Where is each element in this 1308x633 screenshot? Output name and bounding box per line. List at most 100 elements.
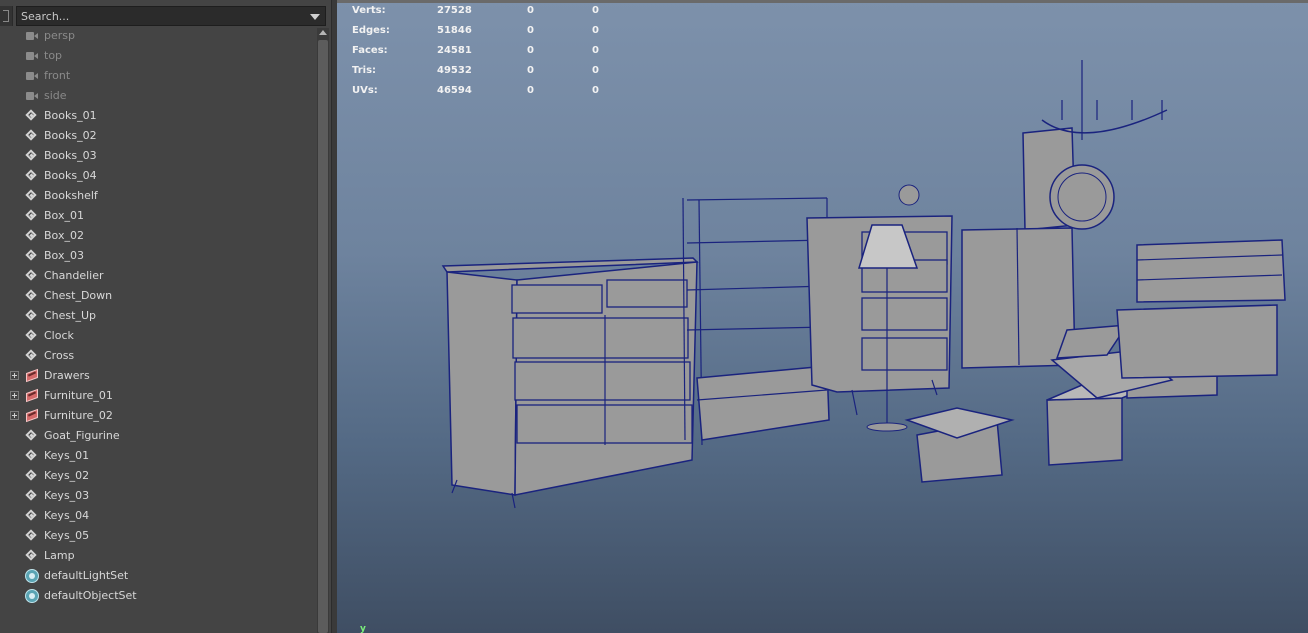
mesh-icon: [25, 209, 40, 223]
hud-value: 0: [527, 25, 534, 36]
camera-icon: [25, 89, 40, 103]
box-closed: [1046, 397, 1123, 466]
outliner-item-label: defaultObjectSet: [44, 589, 137, 602]
outliner-item[interactable]: top: [0, 46, 316, 66]
hud-label: UVs:: [352, 85, 378, 96]
outliner-item[interactable]: Keys_04: [0, 506, 316, 526]
hud-value: 51846: [437, 25, 472, 36]
outliner-item-label: Goat_Figurine: [44, 429, 120, 442]
outliner-item[interactable]: Goat_Figurine: [0, 426, 316, 446]
outliner-item-label: Furniture_01: [44, 389, 113, 402]
outliner-item[interactable]: front: [0, 66, 316, 86]
3d-viewport[interactable]: Verts: 27528 0 0 Edges: 51846 0 0 Faces: 24581 0 0 T…: [337, 0, 1308, 633]
search-input[interactable]: [19, 8, 306, 24]
outliner-item[interactable]: Box_03: [0, 246, 316, 266]
outliner-item[interactable]: Clock: [0, 326, 316, 346]
outliner-item-label: Cross: [44, 349, 75, 362]
mesh-icon: [25, 109, 40, 123]
outliner-item[interactable]: Chandelier: [0, 266, 316, 286]
expand-plus-icon[interactable]: [10, 391, 19, 400]
camera-icon: [25, 69, 40, 83]
hud-value: 24581: [437, 45, 472, 56]
outliner-item-label: front: [44, 69, 71, 82]
outliner-item-label: persp: [44, 29, 75, 42]
outliner-item-label: Keys_03: [44, 489, 90, 502]
mesh-icon: [25, 229, 40, 243]
tall-dresser-drawer: [861, 297, 948, 331]
outliner-item[interactable]: defaultObjectSet: [0, 586, 316, 606]
outliner-item[interactable]: Furniture_01: [0, 386, 316, 406]
expand-plus-icon[interactable]: [10, 371, 19, 380]
hud-value: 27528: [437, 5, 472, 16]
outliner-item-label: Chandelier: [44, 269, 104, 282]
camera-icon: [25, 29, 40, 43]
mesh-icon: [25, 469, 40, 483]
outliner-item[interactable]: side: [0, 86, 316, 106]
outliner-item[interactable]: Books_04: [0, 166, 316, 186]
shelf-board: [686, 326, 828, 331]
panel-grip-icon[interactable]: [0, 6, 13, 26]
chest-body: [1116, 304, 1278, 379]
hud-value: 46594: [437, 85, 472, 96]
outliner-item[interactable]: Books_03: [0, 146, 316, 166]
outliner-item-label: Furniture_02: [44, 409, 113, 422]
outliner-item[interactable]: Keys_05: [0, 526, 316, 546]
outliner-item[interactable]: Box_02: [0, 226, 316, 246]
mesh-icon: [25, 309, 40, 323]
mesh-icon: [25, 549, 40, 563]
search-dropdown-icon[interactable]: [310, 14, 320, 20]
outliner-item-label: top: [44, 49, 63, 62]
scrollbar-thumb[interactable]: [318, 40, 328, 633]
outliner-item-label: Box_01: [44, 209, 84, 222]
group-transform-icon: [25, 389, 40, 403]
mesh-icon: [25, 189, 40, 203]
outliner-item-label: Bookshelf: [44, 189, 98, 202]
mesh-icon: [25, 489, 40, 503]
scroll-up-arrow-icon[interactable]: [319, 30, 327, 35]
goat-figurine: [898, 184, 920, 206]
dresser-drawer: [512, 317, 689, 359]
chest-lid: [1136, 239, 1286, 303]
outliner-item[interactable]: Drawers: [0, 366, 316, 386]
outliner-item[interactable]: Cross: [0, 346, 316, 366]
hud-label: Verts:: [352, 5, 386, 16]
mesh-icon: [25, 449, 40, 463]
mesh-icon: [25, 129, 40, 143]
dresser-drawer: [511, 284, 603, 314]
outliner-item[interactable]: Furniture_02: [0, 406, 316, 426]
outliner-scrollbar[interactable]: [317, 28, 329, 633]
outliner-item[interactable]: Keys_02: [0, 466, 316, 486]
hud-label: Edges:: [352, 25, 390, 36]
mesh-icon: [25, 529, 40, 543]
hud-label: Faces:: [352, 45, 388, 56]
outliner-item[interactable]: Books_02: [0, 126, 316, 146]
mesh-icon: [25, 149, 40, 163]
outliner-item[interactable]: Chest_Up: [0, 306, 316, 326]
outliner-item[interactable]: persp: [0, 26, 316, 46]
outliner-item[interactable]: Chest_Down: [0, 286, 316, 306]
outliner-item-label: Keys_05: [44, 529, 90, 542]
outliner-item[interactable]: Keys_01: [0, 446, 316, 466]
camera-icon: [25, 49, 40, 63]
outliner-item-label: Keys_04: [44, 509, 90, 522]
search-field[interactable]: [16, 6, 326, 26]
expand-plus-icon[interactable]: [10, 411, 19, 420]
outliner-item[interactable]: Bookshelf: [0, 186, 316, 206]
outliner-item[interactable]: Books_01: [0, 106, 316, 126]
hud-value: 0: [592, 65, 599, 76]
mesh-icon: [25, 429, 40, 443]
hud-label: Tris:: [352, 65, 377, 76]
outliner-item[interactable]: Keys_03: [0, 486, 316, 506]
outliner-item-label: Keys_02: [44, 469, 90, 482]
lamp-base: [866, 422, 908, 432]
outliner-item[interactable]: Lamp: [0, 546, 316, 566]
mesh-icon: [25, 329, 40, 343]
hud-value: 0: [592, 85, 599, 96]
mesh-icon: [25, 509, 40, 523]
outliner-item-label: Box_02: [44, 229, 84, 242]
dresser-side: [446, 271, 518, 496]
outliner-item[interactable]: Box_01: [0, 206, 316, 226]
dresser-drawer: [606, 279, 688, 308]
mesh-icon: [25, 349, 40, 363]
outliner-item[interactable]: defaultLightSet: [0, 566, 316, 586]
